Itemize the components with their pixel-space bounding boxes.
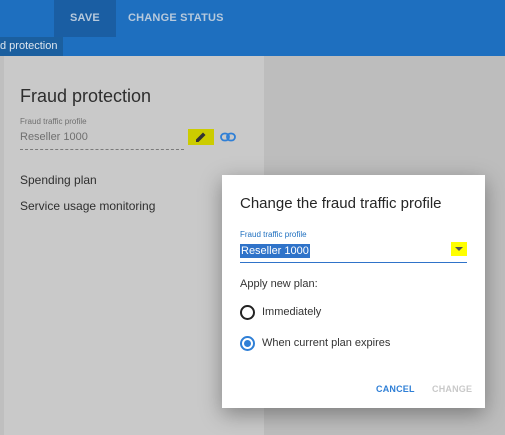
tab-fraud-protection[interactable]: d protection bbox=[0, 37, 63, 56]
change-button[interactable]: CHANGE bbox=[432, 384, 472, 394]
edit-profile-button[interactable] bbox=[188, 129, 214, 145]
link-icon[interactable] bbox=[220, 132, 236, 142]
option-label: Immediately bbox=[262, 306, 322, 318]
service-usage-monitoring-item[interactable]: Service usage monitoring bbox=[20, 199, 155, 213]
profile-field-underline bbox=[20, 149, 184, 150]
spending-plan-item[interactable]: Spending plan bbox=[20, 173, 97, 187]
tab-bar: d protection bbox=[0, 37, 505, 56]
top-toolbar: SAVE CHANGE STATUS bbox=[0, 0, 505, 37]
profile-select[interactable]: Reseller 1000 bbox=[240, 244, 310, 258]
cancel-button[interactable]: CANCEL bbox=[376, 384, 415, 394]
profile-field-value: Reseller 1000 bbox=[20, 131, 88, 143]
option-label: When current plan expires bbox=[262, 337, 391, 349]
pencil-icon bbox=[196, 132, 206, 142]
section-title: Fraud protection bbox=[20, 86, 152, 106]
dialog-field-label: Fraud traffic profile bbox=[240, 230, 307, 239]
change-profile-dialog: Change the fraud traffic profile Fraud t… bbox=[222, 175, 485, 408]
chevron-down-icon bbox=[455, 247, 463, 251]
save-button[interactable]: SAVE bbox=[54, 0, 116, 37]
apply-plan-label: Apply new plan: bbox=[240, 278, 318, 290]
profile-field-label: Fraud traffic profile bbox=[20, 117, 87, 126]
dropdown-button[interactable] bbox=[451, 242, 467, 256]
radio-immediately[interactable] bbox=[240, 305, 255, 320]
dialog-field-underline bbox=[240, 262, 467, 263]
change-status-button[interactable]: CHANGE STATUS bbox=[128, 0, 224, 37]
radio-when-expires[interactable] bbox=[240, 336, 255, 351]
dialog-title: Change the fraud traffic profile bbox=[240, 195, 442, 212]
